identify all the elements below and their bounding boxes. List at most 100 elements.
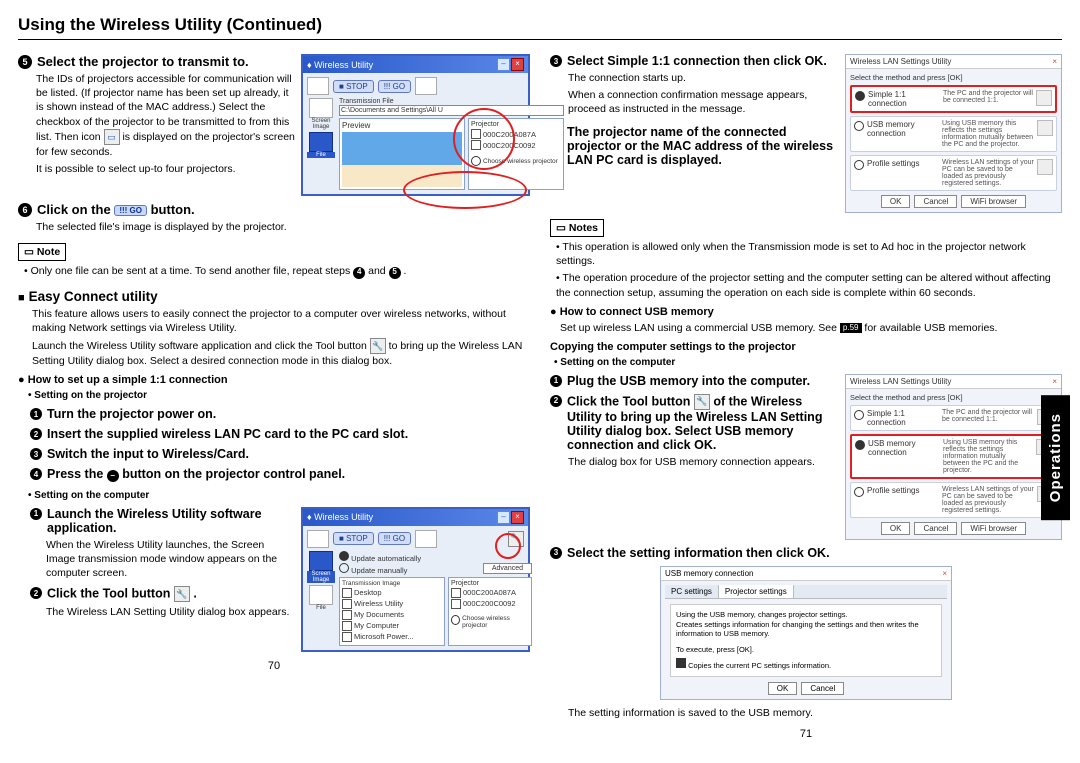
projector-icon — [415, 530, 437, 548]
opt-simple-connection[interactable]: Simple 1:1 connectionThe PC and the proj… — [850, 405, 1057, 431]
opt-profile[interactable]: Profile settingsWireless LAN settings of… — [850, 155, 1057, 191]
wlan-settings-dialog-1: Wireless LAN Settings Utility× Select th… — [845, 54, 1062, 213]
opt-profile[interactable]: Profile settingsWireless LAN settings of… — [850, 482, 1057, 518]
cancel-button[interactable]: Cancel — [914, 195, 957, 208]
transmission-image-list: Transmission Image Desktop Wireless Util… — [339, 577, 445, 646]
projector-list: Projector 000C200A087A 000C200C0092 Choo… — [468, 118, 564, 190]
checkbox[interactable] — [451, 599, 461, 609]
window-title: ♦ Wireless Utility — [307, 512, 373, 522]
comp-step-2: 2Click the Tool button 🔧 . — [30, 586, 295, 602]
checkbox[interactable] — [342, 588, 352, 598]
projector-icon — [415, 77, 437, 95]
usb-final-text: The setting information is saved to the … — [568, 706, 1062, 720]
go-button[interactable]: !!! GO — [378, 532, 411, 545]
copy-settings-heading: Copying the computer settings to the pro… — [550, 341, 1062, 353]
wireless-utility-window-2: ♦ Wireless Utility –× ■ STOP !!! GO 🔧 — [301, 507, 530, 652]
tab-projector-settings[interactable]: Projector settings — [719, 585, 794, 598]
side-tab-operations: Operations — [1041, 395, 1070, 520]
checkbox[interactable] — [676, 658, 686, 668]
projector-status-icon: ▭ — [104, 129, 120, 145]
minimize-icon: – — [497, 58, 510, 71]
notes-1: This operation is allowed only when the … — [556, 240, 1062, 268]
proj-step-3: 3Switch the input to Wireless/Card. — [30, 447, 530, 461]
opt-usb-memory[interactable]: USB memory connectionUsing USB memory th… — [850, 116, 1057, 152]
usb-memory-dialog: USB memory connection× PC settings Proje… — [660, 566, 952, 700]
easy-connect-heading: Easy Connect utility — [18, 289, 530, 304]
close-icon: × — [511, 511, 524, 524]
ok-button[interactable]: OK — [881, 195, 911, 208]
checkbox[interactable] — [342, 621, 352, 631]
usb-dialog-text-1: Using the USB memory, changes projector … — [676, 610, 936, 620]
checkbox[interactable] — [342, 610, 352, 620]
radio[interactable] — [855, 440, 865, 450]
radio[interactable] — [854, 410, 864, 420]
step-3-heading: 3Select Simple 1:1 connection then click… — [550, 54, 839, 68]
tool-button[interactable]: 🔧 — [508, 531, 524, 547]
wlan-settings-dialog-2: Wireless LAN Settings Utility× Select th… — [845, 374, 1062, 540]
opt-simple-connection[interactable]: Simple 1:1 connectionThe PC and the proj… — [850, 85, 1057, 113]
screen-image-icon — [309, 551, 333, 571]
cancel-button[interactable]: Cancel — [914, 522, 957, 535]
go-button-inline: !!! GO — [114, 205, 147, 216]
close-icon: × — [942, 569, 947, 578]
usb-step-2: 2Click the Tool button 🔧 of the Wireless… — [550, 394, 839, 452]
tool-icon: 🔧 — [694, 394, 710, 410]
wifi-browser-button[interactable]: WiFi browser — [961, 522, 1026, 535]
cancel-button[interactable]: Cancel — [801, 682, 844, 695]
proj-step-4: 4Press the – button on the projector con… — [30, 467, 530, 482]
stop-button[interactable]: ■ STOP — [333, 532, 374, 545]
screen-image-icon — [309, 98, 333, 118]
radio[interactable] — [854, 487, 864, 497]
usb-step-1: 1Plug the USB memory into the computer. — [550, 374, 839, 388]
opt-usb-memory[interactable]: USB memory connectionUsing USB memory th… — [850, 434, 1057, 479]
file-path-field: C:\Documents and Settings\All U — [339, 105, 564, 116]
ok-button[interactable]: OK — [881, 522, 911, 535]
notes-2: The operation procedure of the projector… — [556, 271, 1062, 299]
page-title: Using the Wireless Utility (Continued) — [18, 15, 1062, 40]
proj-step-2: 2Insert the supplied wireless LAN PC car… — [30, 427, 530, 441]
wifi-icon — [1037, 159, 1053, 175]
tool-icon: 🔧 — [370, 338, 386, 354]
usb-dialog-text-2: Creates settings information for changin… — [676, 620, 936, 640]
notes-label: ▭ Notes — [550, 219, 604, 237]
ok-button[interactable]: OK — [768, 682, 798, 695]
radio[interactable] — [339, 563, 349, 573]
step-5-heading: 5 Select the projector to transmit to. — [18, 54, 295, 69]
note-text: Only one file can be sent at a time. To … — [24, 264, 530, 278]
comp-step-1: 1Launch the Wireless Utility software ap… — [30, 507, 295, 535]
stop-button[interactable]: ■ STOP — [333, 80, 374, 93]
window-title: ♦ Wireless Utility — [307, 60, 373, 70]
radio[interactable] — [855, 91, 865, 101]
checkbox[interactable] — [451, 588, 461, 598]
radio[interactable] — [339, 551, 349, 561]
checkbox[interactable] — [471, 129, 481, 139]
tool-icon: 🔧 — [174, 586, 190, 602]
checkbox[interactable] — [471, 140, 481, 150]
wifi-icon — [1037, 120, 1053, 136]
proj-step-1: 1Turn the projector power on. — [30, 407, 530, 421]
usb-dialog-text-3: To execute, press [OK]. — [676, 645, 936, 655]
step-4-heading: 4The projector name of the connected pro… — [550, 125, 839, 167]
advanced-button[interactable]: Advanced — [483, 563, 532, 574]
file-icon — [309, 585, 333, 605]
note-label: ▭ Note — [18, 243, 66, 261]
radio[interactable] — [854, 160, 864, 170]
screen-image-label: Screen Image — [307, 118, 335, 130]
radio[interactable] — [854, 121, 864, 131]
wireless-utility-window-1: ♦ Wireless Utility–× ■ STOP !!! GO — [301, 54, 530, 196]
radio[interactable] — [471, 156, 481, 166]
file-icon — [309, 132, 333, 152]
minimize-icon: – — [497, 511, 510, 524]
howto-heading: How to set up a simple 1:1 connection — [18, 374, 530, 386]
go-button[interactable]: !!! GO — [378, 80, 411, 93]
easy-connect-body-2: Launch the Wireless Utility software app… — [32, 338, 530, 368]
checkbox[interactable] — [342, 599, 352, 609]
usb-connect-body: Set up wireless LAN using a commercial U… — [560, 321, 1062, 335]
projector-list: Projector 000C200A087A 000C200C0092 Choo… — [448, 577, 532, 646]
tab-pc-settings[interactable]: PC settings — [665, 585, 719, 598]
checkbox[interactable] — [342, 632, 352, 642]
radio[interactable] — [451, 615, 460, 625]
step-6-body: The selected file's image is displayed b… — [36, 220, 530, 234]
wifi-browser-button[interactable]: WiFi browser — [961, 195, 1026, 208]
step-6-heading: 6 Click on the !!! GO button. — [18, 202, 530, 217]
